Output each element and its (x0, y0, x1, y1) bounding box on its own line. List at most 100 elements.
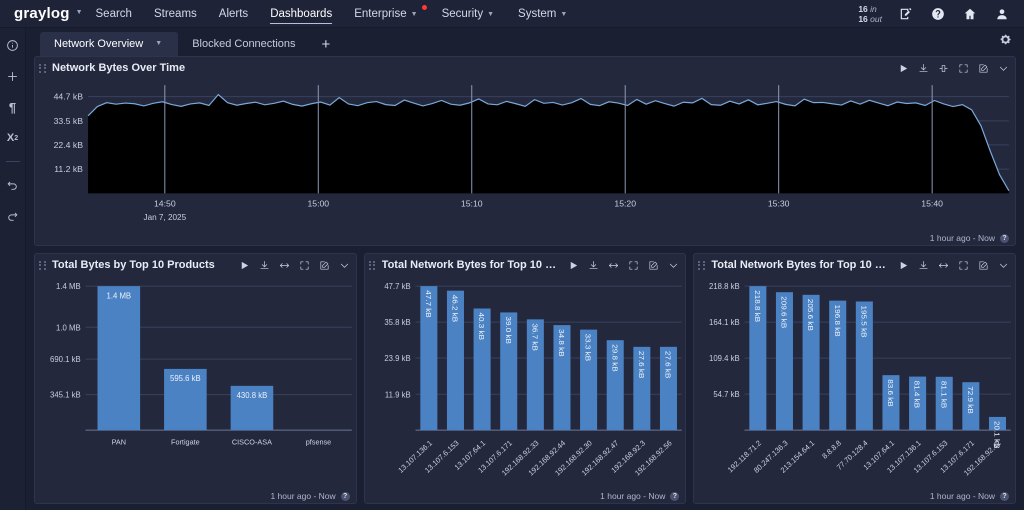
drag-handle-icon[interactable] (369, 260, 377, 271)
chevron-down-icon[interactable] (339, 260, 350, 271)
area-chart-network-bytes[interactable]: 44.7 kB33.5 kB22.4 kB11.2 kB14:50Jan 7, … (35, 79, 1015, 232)
widget-actions (239, 260, 350, 271)
x-axis-category-label: pfsense (306, 437, 331, 446)
widget-timerange: 1 hour ago - Now (600, 491, 665, 501)
add-tab-button[interactable]: + (310, 35, 343, 56)
dashboard-tab-bar: Network Overview ▼ Blocked Connections + (26, 28, 1024, 56)
user-icon[interactable] (994, 6, 1010, 22)
add-icon[interactable] (4, 67, 22, 85)
widget-title: Total Network Bytes for Top 10 Sources (382, 259, 564, 271)
redo-icon[interactable] (4, 207, 22, 225)
widget-actions-top (898, 63, 1009, 74)
widget-header: Total Bytes by Top 10 Products (35, 254, 356, 276)
nav-item-label: Streams (154, 8, 197, 20)
widget-network-bytes-over-time: Network Bytes Over Time 44.7 kB33.5 kB22… (34, 56, 1016, 246)
x-axis-tick-label: 14:50 (154, 199, 176, 209)
bar-value-label: 595.6 kB (170, 374, 201, 383)
resize-horizontal-icon[interactable] (608, 260, 619, 271)
y-axis-tick-label: 218.8 kB (709, 282, 740, 291)
graylog-logo[interactable]: graylog (14, 5, 70, 22)
play-icon[interactable] (898, 260, 909, 271)
x-axis-category-label: CISCO-ASA (232, 437, 272, 446)
widget-grid: Network Bytes Over Time 44.7 kB33.5 kB22… (26, 56, 1024, 510)
chevron-down-icon[interactable]: ▼ (411, 11, 418, 18)
play-icon[interactable] (898, 63, 909, 74)
play-icon[interactable] (568, 260, 579, 271)
fullscreen-icon[interactable] (628, 260, 639, 271)
bar-value-label: 34.8 kB (557, 329, 566, 356)
help-circle-icon[interactable]: ? (1000, 492, 1009, 501)
paragraph-icon[interactable]: ¶ (4, 98, 22, 116)
nav-item-streams[interactable]: Streams (143, 2, 208, 26)
resize-horizontal-icon[interactable] (279, 260, 290, 271)
edit-icon[interactable] (978, 260, 989, 271)
play-icon[interactable] (239, 260, 250, 271)
fullscreen-icon[interactable] (958, 63, 969, 74)
replay-search-icon[interactable] (938, 63, 949, 74)
nav-item-enterprise[interactable]: Enterprise ▼ (343, 2, 430, 26)
edit-icon[interactable] (648, 260, 659, 271)
help-circle-icon[interactable] (930, 6, 946, 22)
brand-chevron-down-icon[interactable]: ▼ (76, 9, 83, 16)
rail-divider (6, 161, 20, 162)
y-axis-tick-label: 690.1 kB (50, 355, 81, 364)
download-icon[interactable] (918, 63, 929, 74)
edit-square-icon[interactable] (898, 6, 914, 22)
bar-value-label: 430.8 kB (237, 391, 268, 400)
tab-network-overview[interactable]: Network Overview ▼ (40, 32, 178, 56)
bar-chart-destinations[interactable]: 218.8 kB164.1 kB109.4 kB54.7 kB218.8 kB1… (694, 276, 1015, 489)
edit-icon[interactable] (978, 63, 989, 74)
nav-item-search[interactable]: Search (85, 2, 143, 26)
fullscreen-icon[interactable] (299, 260, 310, 271)
help-circle-icon[interactable]: ? (341, 492, 350, 501)
bar-value-label: 72.9 kB (966, 386, 975, 413)
widget-body: 44.7 kB33.5 kB22.4 kB11.2 kB14:50Jan 7, … (35, 79, 1015, 231)
help-circle-icon[interactable]: ? (1000, 234, 1009, 243)
chevron-down-icon[interactable]: ▼ (487, 11, 494, 18)
gear-icon[interactable] (999, 33, 1012, 51)
undo-icon[interactable] (4, 176, 22, 194)
widget-actions (568, 260, 679, 271)
formula-icon[interactable]: X2 (4, 129, 22, 147)
chevron-down-icon[interactable]: ▼ (560, 11, 567, 18)
bar-chart-products[interactable]: 1.4 MB1.0 MB690.1 kB345.1 kB1.4 MBPAN595… (35, 276, 356, 489)
nav-item-label: Alerts (219, 8, 248, 20)
download-icon[interactable] (918, 260, 929, 271)
info-icon[interactable] (4, 36, 22, 54)
bar[interactable] (98, 286, 141, 430)
bar-chart-sources[interactable]: 47.7 kB35.8 kB23.9 kB11.9 kB47.7 kB13.10… (365, 276, 686, 489)
fullscreen-icon[interactable] (958, 260, 969, 271)
x-axis-tick-label: 15:30 (768, 199, 790, 209)
drag-handle-icon[interactable] (39, 63, 47, 74)
throughput-in-value: 16 (858, 4, 867, 14)
left-tool-rail: ¶ X2 (0, 28, 26, 510)
widget-header: Network Bytes Over Time (35, 57, 1015, 79)
home-icon[interactable] (962, 6, 978, 22)
tab-blocked-connections[interactable]: Blocked Connections (178, 32, 309, 56)
widget-body: 1.4 MB1.0 MB690.1 kB345.1 kB1.4 MBPAN595… (35, 276, 356, 489)
nav-item-dashboards[interactable]: Dashboards (259, 2, 343, 26)
resize-horizontal-icon[interactable] (938, 260, 949, 271)
edit-icon[interactable] (319, 260, 330, 271)
download-icon[interactable] (259, 260, 270, 271)
widget-header: Total Network Bytes for Top 10 Sources (365, 254, 686, 276)
tab-chevron-down-icon[interactable]: ▼ (155, 40, 162, 47)
nav-item-alerts[interactable]: Alerts (208, 2, 259, 26)
bar-value-label: 46.2 kB (450, 295, 459, 322)
y-axis-tick-label: 1.4 MB (56, 282, 81, 291)
drag-handle-icon[interactable] (698, 260, 706, 271)
nav-item-label: Enterprise (354, 8, 406, 20)
widget-total-network-bytes-for-top-10-destinations: Total Network Bytes for Top 10 Destinati… (693, 253, 1016, 504)
chevron-down-icon[interactable] (668, 260, 679, 271)
drag-handle-icon[interactable] (39, 260, 47, 271)
nav-item-security[interactable]: Security▼ (431, 2, 507, 26)
bar-value-label: 209.6 kB (780, 296, 789, 328)
y-axis-tick-label: 33.5 kB (54, 116, 84, 126)
download-icon[interactable] (588, 260, 599, 271)
help-circle-icon[interactable]: ? (670, 492, 679, 501)
nav-item-system[interactable]: System▼ (507, 2, 580, 26)
widget-body: 218.8 kB164.1 kB109.4 kB54.7 kB218.8 kB1… (694, 276, 1015, 489)
chevron-down-icon[interactable] (998, 260, 1009, 271)
chevron-down-icon[interactable] (998, 63, 1009, 74)
dashboard-content: Network Overview ▼ Blocked Connections +… (26, 28, 1024, 510)
